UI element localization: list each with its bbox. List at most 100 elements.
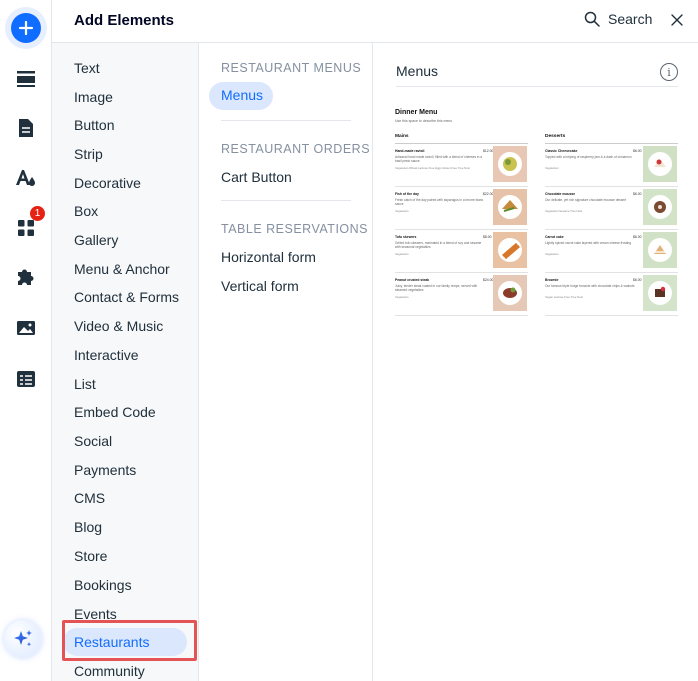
dish-price: $8.00 [483,235,492,239]
category-button[interactable]: Button [74,114,114,136]
food-image [493,232,527,268]
dish-name: Peanut crusted steak [395,278,430,282]
image-icon [17,321,35,335]
section-name: Mains [395,134,409,139]
dish-tags: Vegetarian [545,166,559,170]
divider [221,120,351,121]
dish-description: Lightly spiced carrot cake layered with … [545,241,632,245]
dish-item: Chocolate mousse $6.00 Our delicate, yet… [545,189,678,230]
dish-tags: Vegetarian [545,252,559,256]
add-elements-button[interactable] [8,10,44,46]
dish-name: Tofu skewers [395,235,417,239]
category-text[interactable]: Text [74,57,100,79]
dish-description: Fresh catch of the day paired with aspar… [395,198,484,207]
category-payments[interactable]: Payments [74,459,136,481]
left-rail: 1 [0,0,52,681]
theme-icon [16,170,35,186]
preview-title: Menus [396,63,439,79]
menu-section-desserts: Desserts Classic Cheesecake $6.00 Topped… [545,134,678,318]
dish-tags: Vegetarian Sesame Tree Nuts [545,209,583,213]
category-embed-code[interactable]: Embed Code [74,401,156,423]
section-title-menus: RESTAURANT MENUS [221,61,362,75]
dish-description: Grilled tofu skewers, marinated in a ble… [395,241,482,250]
category-gallery[interactable]: Gallery [74,229,118,251]
media-button[interactable] [8,310,44,346]
dish-price: $6.00 [633,235,642,239]
section-name: Desserts [545,134,566,139]
divider [396,86,678,87]
food-image [493,189,527,225]
sub-item-vertical-form[interactable]: Vertical form [221,278,299,294]
category-menu-anchor[interactable]: Menu & Anchor [74,258,170,280]
sparkle-icon [14,630,32,647]
menu-subtitle: Use this space to describe this menu [395,119,453,123]
dish-name: Chocolate mousse [545,192,576,196]
category-contact-forms[interactable]: Contact & Forms [74,286,179,308]
category-store[interactable]: Store [74,545,107,567]
preview-panel: Menus i Dinner Menu Use this space to de… [373,43,698,681]
category-image[interactable]: Image [74,86,113,108]
sub-item-cart-button[interactable]: Cart Button [221,169,292,185]
dish-item: Fish of the day $22.00 Fresh catch of th… [395,189,528,230]
close-icon [671,14,683,26]
dish-price: $24.00 [483,278,494,282]
category-bookings[interactable]: Bookings [74,574,132,596]
menu-widget-preview[interactable]: Dinner Menu Use this space to describe t… [395,109,681,329]
dish-tags: Vegan Lactose Free Tree Nuts [545,295,583,299]
dish-description: Artisanal hand made ravioli, filled with… [395,155,482,164]
table-icon [17,371,35,387]
category-box[interactable]: Box [74,200,98,222]
dish-item: Carrot cake $6.00 Lightly spiced carrot … [545,232,678,273]
menu-title: Dinner Menu [395,109,438,116]
pages-button[interactable] [8,110,44,146]
food-image [493,275,527,311]
dish-item: Classic Cheesecake $6.00 Topped with a h… [545,146,678,187]
category-community[interactable]: Community [74,660,145,681]
ai-assistant-button[interactable] [4,620,42,658]
search-label: Search [608,11,653,27]
category-interactive[interactable]: Interactive [74,344,139,366]
sub-item-horizontal-form[interactable]: Horizontal form [221,249,316,265]
food-image [643,146,677,182]
dish-name: Hand-made ravioli [395,149,425,153]
dish-price: $6.00 [633,149,642,153]
category-list[interactable]: List [74,373,96,395]
category-social[interactable]: Social [74,430,112,452]
category-video-music[interactable]: Video & Music [74,315,163,337]
sections-icon [17,71,35,87]
info-icon[interactable]: i [660,63,678,81]
dish-description: Topped with a helping of raspberry jam &… [545,155,632,159]
dish-price: $22.00 [483,192,494,196]
annotation-highlight [62,620,197,661]
food-image [643,232,677,268]
section-title-reservations: TABLE RESERVATIONS [221,222,369,236]
category-strip[interactable]: Strip [74,143,103,165]
dish-item: Hand-made ravioli $12.00 Artisanal hand … [395,146,528,187]
dish-description: Juicy, tender steak coated in our family… [395,284,478,293]
dish-tags: Vegetarian Wheat Lactose Free Eggs Glute… [395,166,470,170]
dish-item: Brownie $6.00 Our famous triple fudge br… [545,275,678,316]
business-apps-button[interactable] [8,260,44,296]
sub-item-menus[interactable]: Menus [209,82,273,110]
dish-tags: Vegetarian [395,209,409,213]
category-cms[interactable]: CMS [74,487,105,509]
food-image [643,275,677,311]
dish-description: Our delicate, yet rich signature chocola… [545,198,627,202]
notification-badge: 1 [30,206,45,221]
food-image [493,146,527,182]
category-decorative[interactable]: Decorative [74,172,141,194]
panel-header: Add Elements Search [52,0,698,43]
section-title-orders: RESTAURANT ORDERS [221,142,371,156]
category-blog[interactable]: Blog [74,516,102,538]
apps-button[interactable]: 1 [8,206,45,246]
dish-tags: Vegetarian [395,295,409,299]
design-button[interactable] [8,160,44,196]
search-icon [584,11,600,27]
close-button[interactable] [668,11,686,29]
search-button[interactable]: Search [584,11,652,27]
cms-button[interactable] [8,361,44,397]
sections-button[interactable] [8,61,44,97]
dish-name: Classic Cheesecake [545,149,578,153]
dish-price: $6.00 [633,278,642,282]
dish-price: $6.00 [633,192,642,196]
